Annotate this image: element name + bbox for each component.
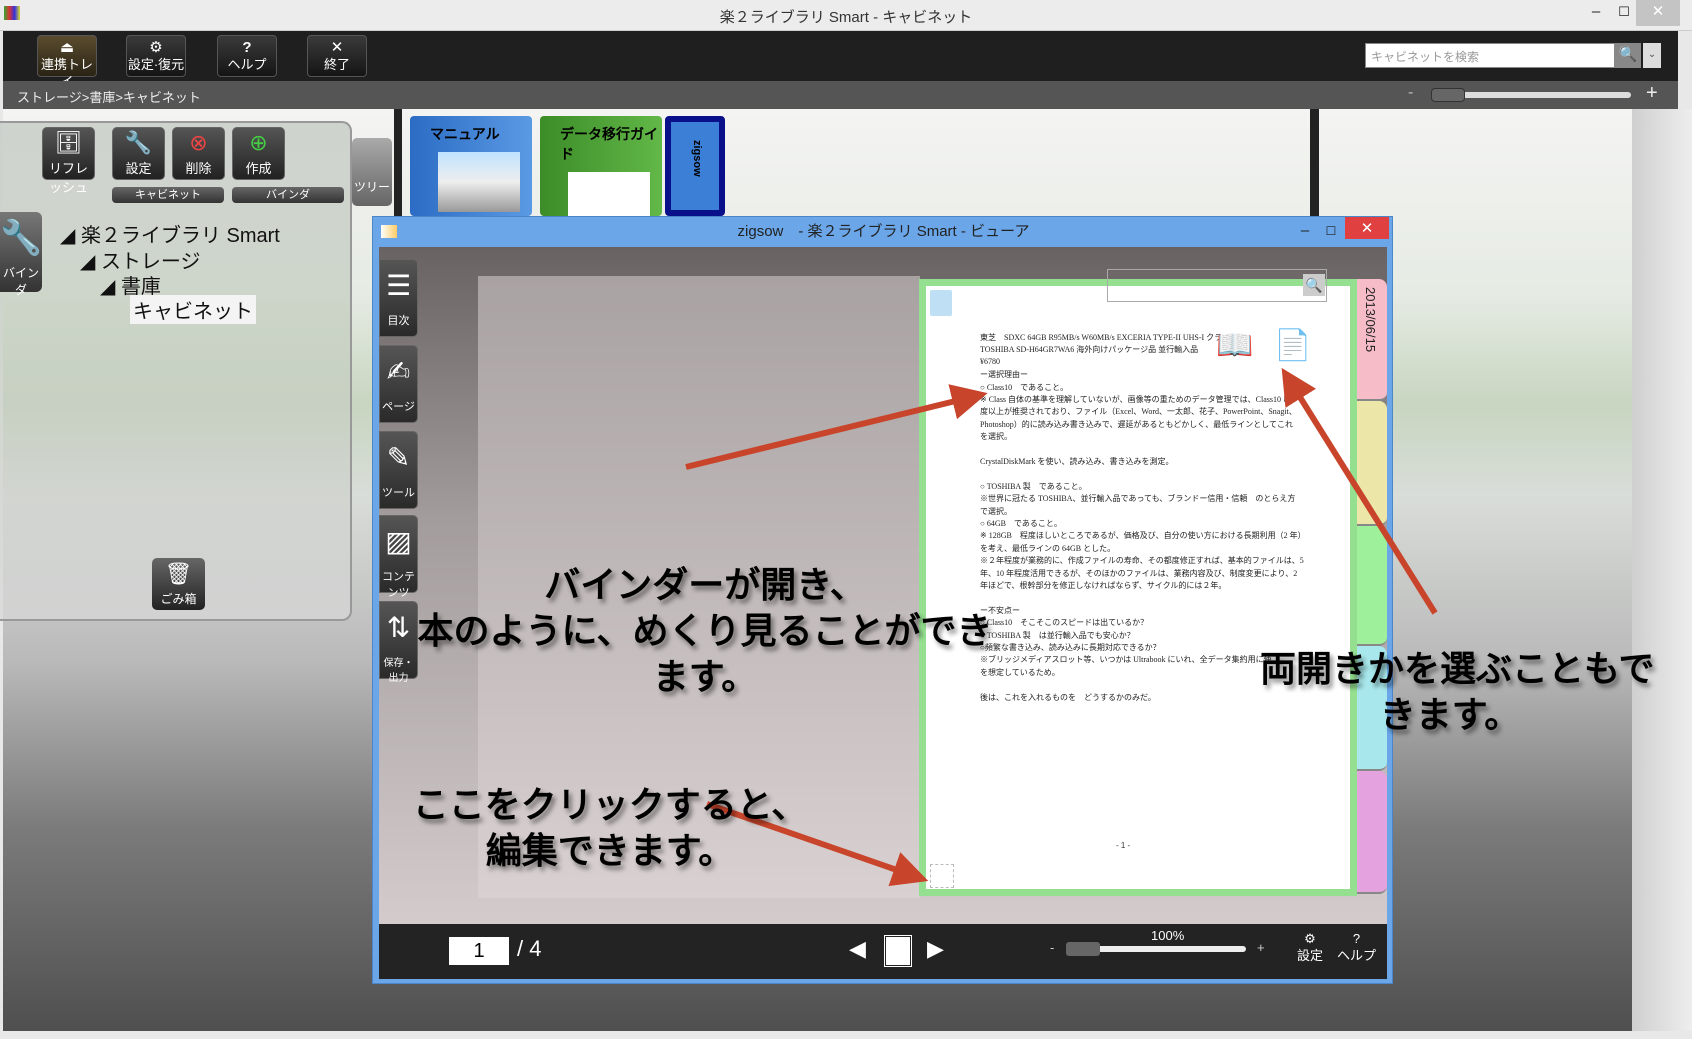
annotation-line: 本のように、めくり見ることができ <box>417 610 993 651</box>
annotation-spread-choice: 両開きかを選ぶこともで きます。 <box>1260 646 1655 738</box>
annotation-arrows <box>685 367 1438 887</box>
arrow-to-page-text <box>685 384 988 470</box>
annotation-line: バインダーが開き、 <box>544 564 866 605</box>
annotation-line: きます。 <box>1379 694 1521 735</box>
annotation-line: ここをクリックすると、 <box>412 784 808 825</box>
annotation-line: 編集できます。 <box>485 830 735 871</box>
annotation-click-to-edit: ここをクリックすると、 編集できます。 <box>410 782 810 874</box>
annotation-line: ます。 <box>652 656 758 697</box>
annotation-binder-opens: バインダーが開き、 本のように、めくり見ることができ ます。 <box>405 562 1005 700</box>
annotation-line: 両開きかを選ぶこともで <box>1260 648 1655 689</box>
arrow-to-view-mode <box>1281 367 1438 615</box>
